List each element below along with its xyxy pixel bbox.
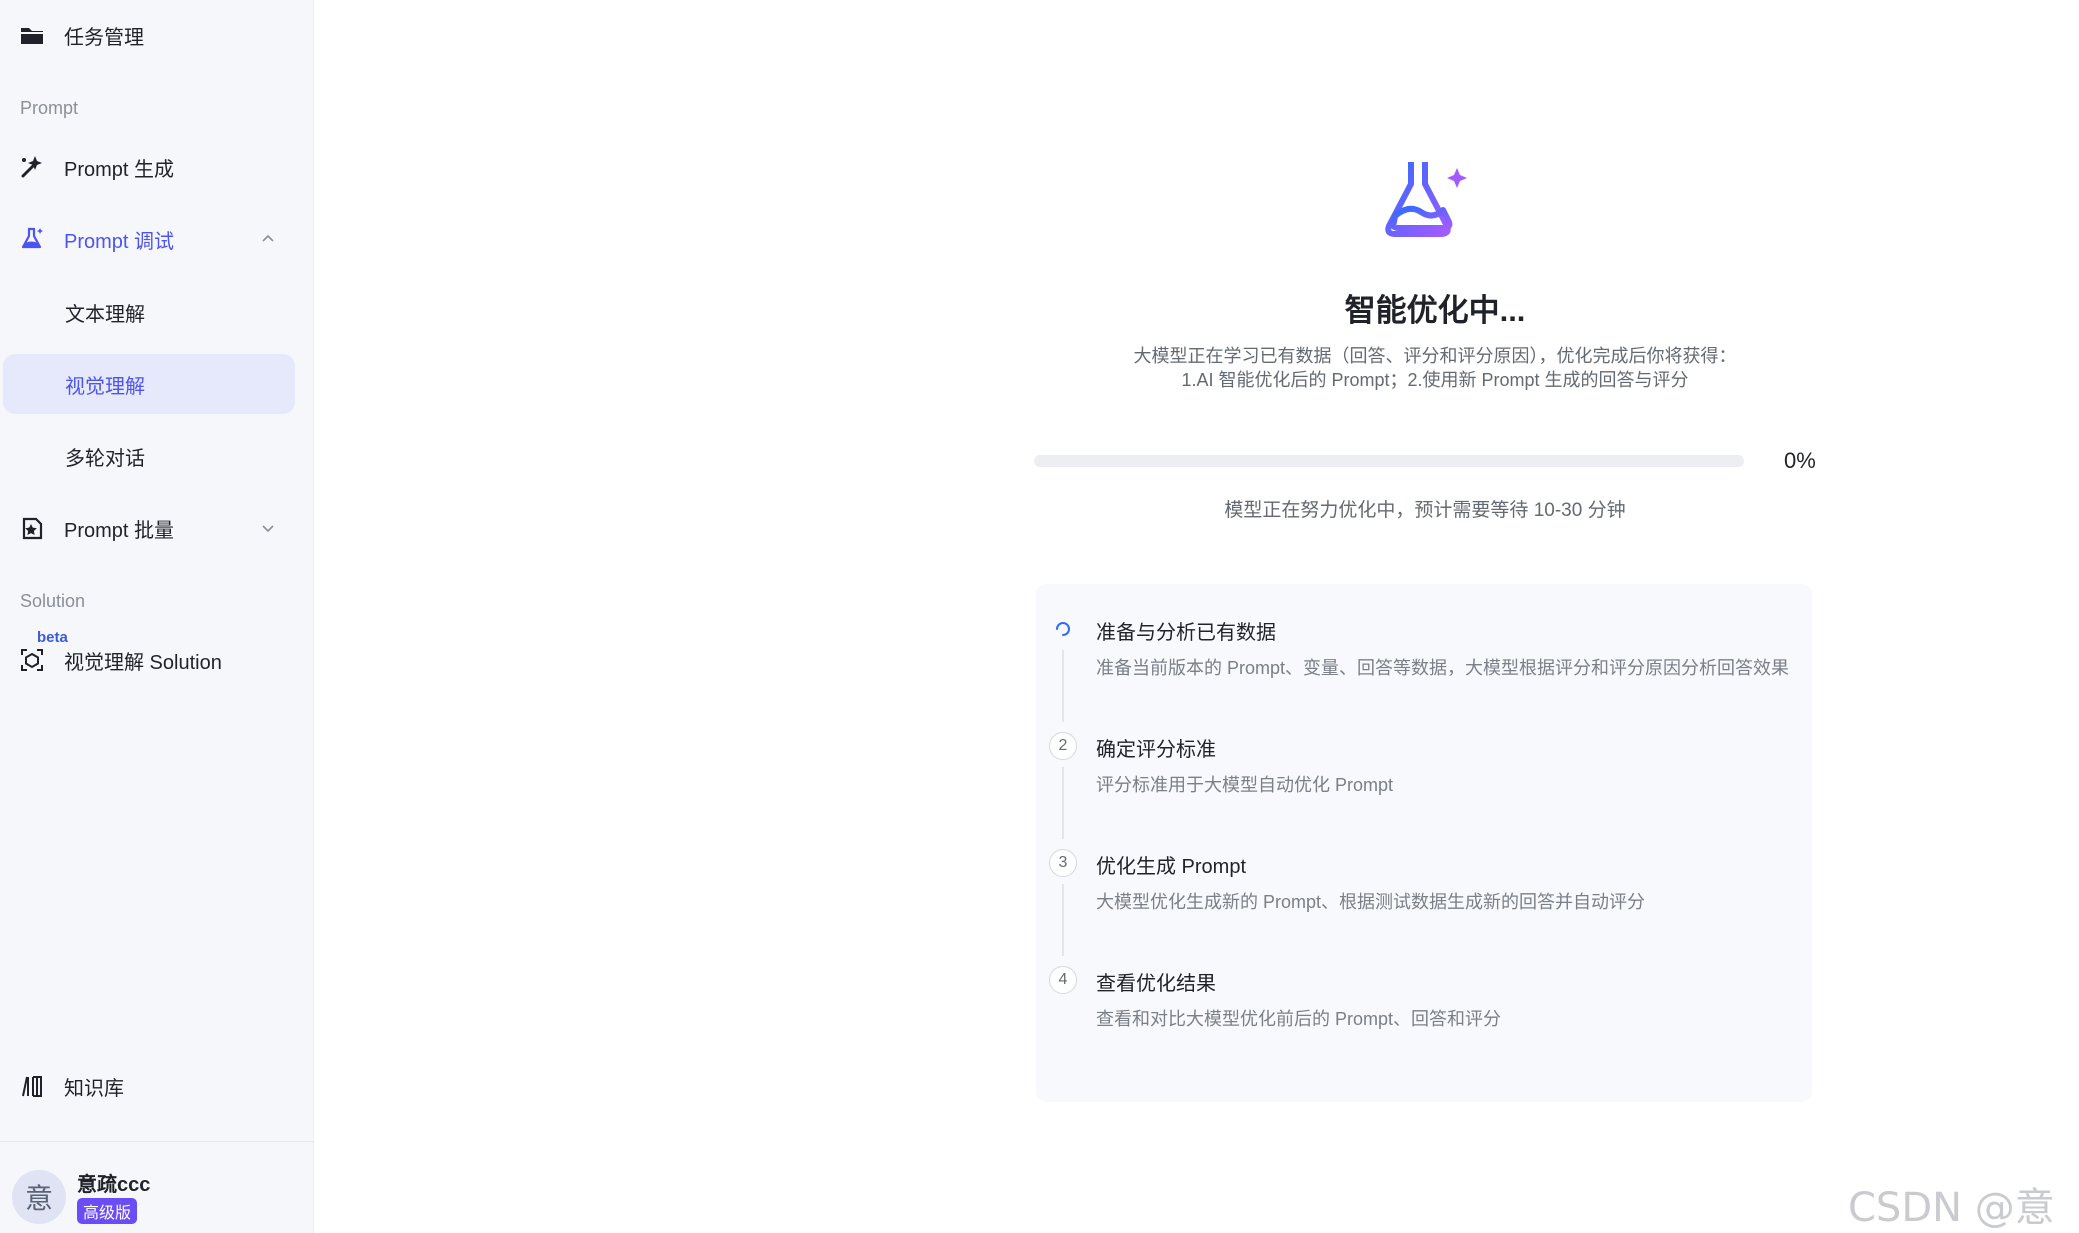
loading-spinner-icon: [1049, 615, 1077, 643]
step-title: 查看优化结果: [1096, 973, 1216, 995]
progress-percent: 0%: [1784, 448, 1816, 473]
section-label-prompt: Prompt: [20, 98, 79, 118]
sidebar-item-label: 任务管理: [64, 26, 144, 49]
sidebar-item-visual-solution[interactable]: 视觉理解 Solution: [0, 630, 314, 690]
step-number: 3: [1049, 849, 1077, 877]
sidebar-subitem-text-understanding[interactable]: 文本理解: [3, 282, 295, 342]
chevron-up-icon[interactable]: [260, 231, 276, 247]
step-number: 2: [1049, 732, 1077, 760]
magic-wand-icon: [16, 151, 48, 183]
folder-icon: [16, 19, 48, 51]
flask-sparkle-icon: [1385, 157, 1467, 237]
sidebar-item-label: 视觉理解 Solution: [64, 651, 222, 674]
step-number: 4: [1049, 966, 1077, 994]
app-root: 任务管理 Prompt Prompt 生成 Prompt 调试 文本理解 视觉理…: [0, 0, 2079, 1233]
step-title: 确定评分标准: [1096, 739, 1216, 761]
books-icon: [16, 1070, 48, 1102]
step-connector: [1062, 650, 1064, 722]
step-item: 2 确定评分标准 评分标准用于大模型自动优化 Prompt: [1036, 725, 1812, 842]
description-line-1: 大模型正在学习已有数据（回答、评分和评分原因），优化完成后你将获得：: [1133, 346, 1737, 366]
wait-estimate-text: 模型正在努力优化中，预计需要等待 10-30 分钟: [1224, 500, 1626, 521]
step-description: 评分标准用于大模型自动优化 Prompt: [1096, 775, 1394, 795]
progress-bar: [1034, 455, 1744, 467]
description-line-2: 1.AI 智能优化后的 Prompt；2.使用新 Prompt 生成的回答与评分: [1181, 370, 1689, 390]
sidebar-item-label: Prompt 批量: [64, 519, 175, 542]
sidebar-subitem-multi-turn-dialog[interactable]: 多轮对话: [3, 426, 295, 486]
sidebar-item-prompt-generate[interactable]: Prompt 生成: [0, 137, 314, 197]
step-description: 准备当前版本的 Prompt、变量、回答等数据，大模型根据评分和评分原因分析回答…: [1096, 658, 1790, 678]
sidebar-item-label: Prompt 生成: [64, 158, 175, 181]
step-connector: [1062, 884, 1064, 956]
sidebar-item-prompt-batch[interactable]: Prompt 批量: [0, 498, 314, 558]
section-label-solution: Solution: [20, 591, 86, 611]
flask-icon: [16, 223, 48, 255]
sidebar: 任务管理 Prompt Prompt 生成 Prompt 调试 文本理解 视觉理…: [0, 0, 314, 1233]
avatar[interactable]: 意: [12, 1170, 66, 1224]
steps-card: 准备与分析已有数据 准备当前版本的 Prompt、变量、回答等数据，大模型根据评…: [1036, 584, 1812, 1102]
step-item: 4 查看优化结果 查看和对比大模型优化前后的 Prompt、回答和评分: [1036, 959, 1812, 1076]
watermark: CSDN @意疏: [1848, 1185, 2055, 1231]
chevron-down-icon[interactable]: [260, 520, 276, 536]
sidebar-item-label: Prompt 调试: [64, 230, 175, 253]
step-item: 3 优化生成 Prompt 大模型优化生成新的 Prompt、根据测试数据生成新…: [1036, 842, 1812, 959]
step-title: 准备与分析已有数据: [1096, 622, 1276, 644]
sidebar-item-prompt-debug[interactable]: Prompt 调试: [0, 209, 314, 269]
step-title: 优化生成 Prompt: [1096, 856, 1247, 878]
sidebar-item-knowledge-base[interactable]: 知识库: [0, 1056, 314, 1116]
plan-badge: 高级版: [77, 1198, 138, 1224]
step-connector: [1062, 767, 1064, 839]
batch-icon: [16, 512, 48, 544]
sidebar-divider: [0, 1141, 314, 1142]
step-description: 查看和对比大模型优化前后的 Prompt、回答和评分: [1096, 1009, 1502, 1029]
sidebar-subitem-visual-understanding[interactable]: 视觉理解: [3, 354, 295, 414]
page-title: 智能优化中...: [1344, 293, 1526, 328]
sidebar-item-task-management[interactable]: 任务管理: [0, 5, 314, 65]
step-description: 大模型优化生成新的 Prompt、根据测试数据生成新的回答并自动评分: [1096, 892, 1646, 912]
step-item: 准备与分析已有数据 准备当前版本的 Prompt、变量、回答等数据，大模型根据评…: [1036, 608, 1812, 725]
cube-scan-icon: [16, 644, 48, 676]
user-name: 意疏ccc: [77, 1174, 151, 1196]
sidebar-item-label: 知识库: [64, 1077, 124, 1100]
